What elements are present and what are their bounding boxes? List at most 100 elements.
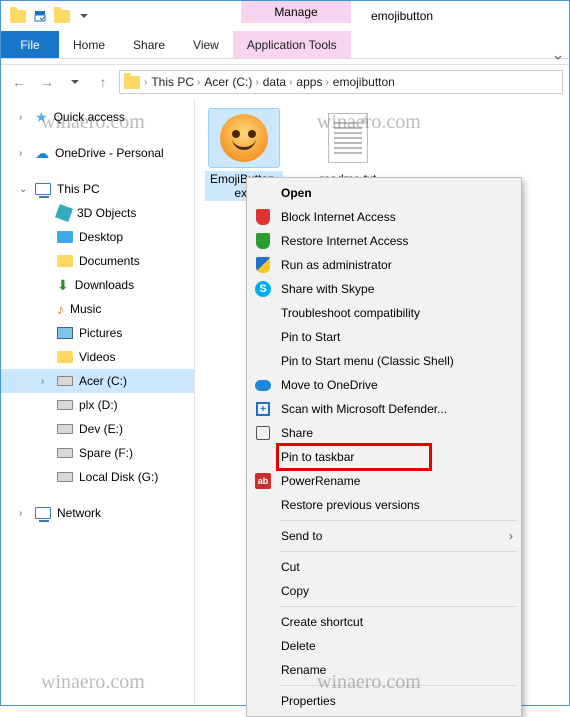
ribbon-collapsed-strip: [1, 59, 569, 65]
sidebar-item-downloads[interactable]: ⬇Downloads: [1, 273, 194, 297]
share-icon: [256, 426, 270, 440]
breadcrumb: Acer (C:)›: [204, 75, 258, 89]
expand-ribbon-icon[interactable]: [553, 52, 563, 62]
context-menu-item-copy[interactable]: Copy: [249, 579, 519, 603]
context-menu-label: PowerRename: [281, 474, 513, 488]
sidebar-item-label: plx (D:): [79, 398, 118, 412]
chevron-right-icon[interactable]: ›: [255, 77, 258, 88]
drive-icon: [57, 424, 73, 434]
context-menu-item-share[interactable]: Share: [249, 421, 519, 445]
sidebar-item-label: Pictures: [79, 326, 122, 340]
sidebar-item-3d-objects[interactable]: 3D Objects: [1, 201, 194, 225]
address-bar[interactable]: › This PC› Acer (C:)› data› apps› emojib…: [119, 70, 563, 94]
context-menu-item-delete[interactable]: Delete: [249, 634, 519, 658]
context-menu-item-restore-previous-versions[interactable]: Restore previous versions: [249, 493, 519, 517]
tab-share[interactable]: Share: [119, 31, 179, 58]
context-menu: OpenBlock Internet AccessRestore Interne…: [246, 177, 522, 717]
crumb-label[interactable]: This PC: [151, 75, 194, 89]
context-menu-item-properties[interactable]: Properties: [249, 689, 519, 713]
chevron-right-icon[interactable]: ›: [289, 77, 292, 88]
sidebar-item-network[interactable]: ›Network: [1, 501, 194, 525]
context-menu-label: Copy: [281, 584, 513, 598]
chevron-right-icon[interactable]: ›: [325, 77, 328, 88]
breadcrumb: emojibutton: [333, 75, 395, 89]
up-button[interactable]: ↑: [91, 70, 115, 94]
navigation-pane: ›★Quick access ›☁OneDrive - Personal ⌄Th…: [1, 99, 195, 705]
context-menu-item-troubleshoot-compatibility[interactable]: Troubleshoot compatibility: [249, 301, 519, 325]
sidebar-item-label: Documents: [79, 254, 140, 268]
sidebar-item-label: Acer (C:): [79, 374, 127, 388]
chevron-right-icon[interactable]: ›: [144, 77, 147, 88]
text-file-icon: [328, 113, 368, 163]
sidebar-item-desktop[interactable]: Desktop: [1, 225, 194, 249]
star-icon: ★: [35, 109, 48, 126]
context-menu-label: Move to OneDrive: [281, 378, 513, 392]
tab-application-tools[interactable]: Application Tools: [233, 31, 351, 58]
sidebar-item-dev-e-[interactable]: Dev (E:): [1, 417, 194, 441]
context-menu-item-send-to[interactable]: Send to›: [249, 524, 519, 548]
file-item[interactable]: readme.txt: [309, 109, 387, 187]
folder-icon: [124, 76, 140, 89]
onedrive-icon: [255, 380, 271, 391]
context-menu-separator: [279, 606, 517, 607]
sidebar-item-spare-f-[interactable]: Spare (F:): [1, 441, 194, 465]
crumb-label[interactable]: Acer (C:): [204, 75, 252, 89]
context-menu-item-pin-to-start[interactable]: Pin to Start: [249, 325, 519, 349]
navigation-bar: ← → ↑ › This PC› Acer (C:)› data› apps› …: [1, 65, 569, 99]
window-title: emojibutton: [361, 1, 443, 31]
sidebar-item-plx-d-[interactable]: plx (D:): [1, 393, 194, 417]
context-menu-item-share-with-skype[interactable]: SShare with Skype: [249, 277, 519, 301]
recent-locations-icon[interactable]: [63, 70, 87, 94]
titlebar: Manage emojibutton: [1, 1, 569, 31]
context-menu-item-pin-to-taskbar[interactable]: Pin to taskbar: [249, 445, 519, 469]
forward-button[interactable]: →: [35, 70, 59, 94]
context-menu-item-run-as-administrator[interactable]: Run as administrator: [249, 253, 519, 277]
cloud-icon: ☁: [35, 145, 49, 162]
new-folder-icon[interactable]: [53, 7, 71, 25]
file-tab[interactable]: File: [1, 31, 59, 58]
cube-icon: [55, 204, 73, 222]
sidebar-item-label: Videos: [79, 350, 115, 364]
sidebar-item-local-disk-g-[interactable]: Local Disk (G:): [1, 465, 194, 489]
context-menu-item-restore-internet-access[interactable]: Restore Internet Access: [249, 229, 519, 253]
context-menu-item-move-to-onedrive[interactable]: Move to OneDrive: [249, 373, 519, 397]
context-menu-item-cut[interactable]: Cut: [249, 555, 519, 579]
app-icon: [220, 114, 268, 162]
context-menu-item-rename[interactable]: Rename: [249, 658, 519, 682]
tab-home[interactable]: Home: [59, 31, 119, 58]
sidebar-item-onedrive[interactable]: ›☁OneDrive - Personal: [1, 141, 194, 165]
context-menu-item-scan-with-microsoft-defender[interactable]: +Scan with Microsoft Defender...: [249, 397, 519, 421]
drive-icon: [57, 448, 73, 458]
sidebar-item-this-pc[interactable]: ⌄This PC: [1, 177, 194, 201]
sidebar-item-videos[interactable]: Videos: [1, 345, 194, 369]
chevron-right-icon[interactable]: ›: [197, 77, 200, 88]
context-menu-label: Send to: [281, 529, 501, 543]
sidebar-item-documents[interactable]: Documents: [1, 249, 194, 273]
context-menu-item-open[interactable]: Open: [249, 181, 519, 205]
drive-icon: [57, 472, 73, 482]
tab-view[interactable]: View: [179, 31, 233, 58]
network-icon: [35, 507, 51, 519]
skype-icon: S: [255, 281, 271, 297]
shield-block-icon: [256, 209, 270, 225]
context-menu-item-powerrename[interactable]: abPowerRename: [249, 469, 519, 493]
folder-icon: [57, 351, 73, 363]
sidebar-item-pictures[interactable]: Pictures: [1, 321, 194, 345]
context-menu-item-create-shortcut[interactable]: Create shortcut: [249, 610, 519, 634]
properties-icon[interactable]: [31, 7, 49, 25]
pc-icon: [35, 183, 51, 195]
crumb-label[interactable]: data: [263, 75, 286, 89]
crumb-label[interactable]: emojibutton: [333, 75, 395, 89]
folder-icon: [57, 255, 73, 267]
context-menu-item-pin-to-start-menu-classic-shell[interactable]: Pin to Start menu (Classic Shell): [249, 349, 519, 373]
sidebar-item-acer-c-[interactable]: ›Acer (C:): [1, 369, 194, 393]
qat-dropdown-icon[interactable]: [75, 7, 93, 25]
crumb-label[interactable]: apps: [296, 75, 322, 89]
context-menu-label: Cut: [281, 560, 513, 574]
context-menu-label: Run as administrator: [281, 258, 513, 272]
uac-shield-icon: [256, 257, 270, 273]
context-menu-item-block-internet-access[interactable]: Block Internet Access: [249, 205, 519, 229]
sidebar-item-quick-access[interactable]: ›★Quick access: [1, 105, 194, 129]
sidebar-item-music[interactable]: ♪Music: [1, 297, 194, 321]
back-button[interactable]: ←: [7, 70, 31, 94]
